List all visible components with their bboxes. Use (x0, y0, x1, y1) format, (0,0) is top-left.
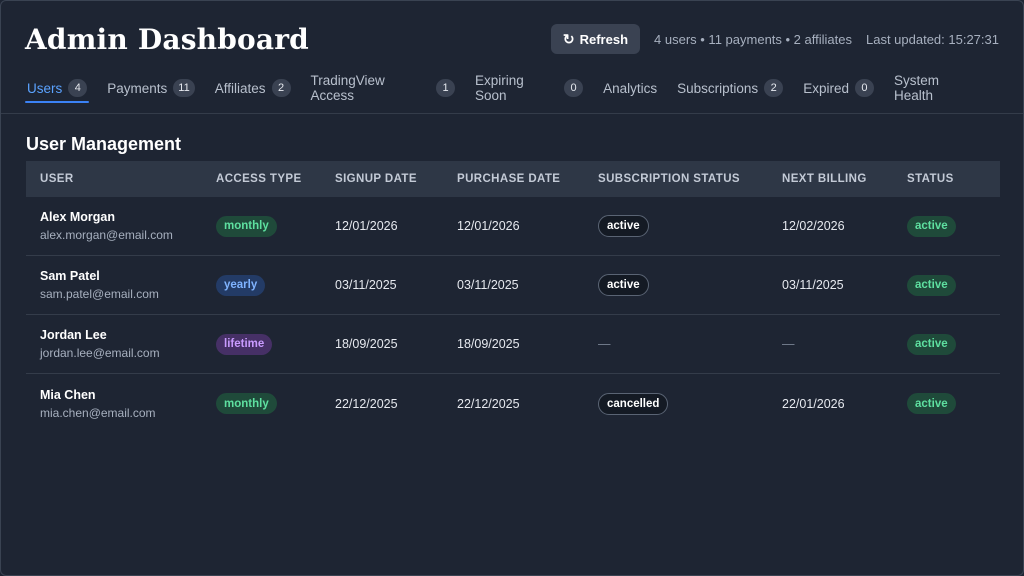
status-badge: active (907, 333, 956, 355)
tab-analytics[interactable]: Analytics (601, 73, 659, 103)
tab-payments[interactable]: Payments 11 (105, 73, 196, 103)
table-row[interactable]: Jordan Lee jordan.lee@email.com lifetime… (26, 315, 1000, 374)
tab-expiring-soon[interactable]: Expiring Soon 0 (473, 73, 585, 103)
summary-counts: 4 users • 11 payments • 2 affiliates (654, 31, 852, 47)
table-row[interactable]: Alex Morgan alex.morgan@email.com monthl… (26, 197, 1000, 256)
access-type-cell: monthly (216, 215, 335, 237)
purchase-date: 18/09/2025 (457, 337, 520, 351)
column-header-signup-date[interactable]: SIGNUP DATE (335, 173, 457, 185)
status-badge: active (907, 393, 956, 414)
access-type-badge: monthly (216, 215, 277, 237)
status-badge: active (907, 215, 956, 237)
user-email: alex.morgan@email.com (40, 228, 173, 242)
tab-count-badge: 1 (436, 79, 456, 97)
last-updated: Last updated: 15:27:31 (865, 31, 999, 47)
subscription-status-cell: cancelled (598, 392, 782, 415)
tab-users[interactable]: Users 4 (25, 73, 90, 103)
tab-expired[interactable]: Expired 0 (801, 73, 876, 103)
access-type-badge: lifetime (216, 333, 273, 355)
signup-date: 12/01/2026 (335, 219, 398, 233)
column-header-purchase-date[interactable]: PURCHASE DATE (457, 173, 598, 185)
column-header-status[interactable]: STATUS (907, 173, 1000, 185)
refresh-icon: ↻ (562, 31, 575, 47)
tab-label: Expired (803, 80, 849, 96)
subscription-status-empty: — (598, 337, 611, 351)
column-header-user[interactable]: USER (26, 173, 216, 185)
access-type-cell: yearly (216, 274, 335, 296)
next-billing-date: 12/02/2026 (782, 219, 845, 233)
table-row[interactable]: Sam Patel sam.patel@email.com yearly 03/… (26, 256, 1000, 315)
purchase-date: 03/11/2025 (457, 278, 519, 292)
access-type-cell: monthly (216, 393, 335, 414)
next-billing-date: 03/11/2025 (782, 278, 844, 292)
tab-label: Affiliates (214, 80, 266, 96)
next-billing-empty: — (782, 337, 795, 351)
user-name: Jordan Lee (40, 328, 107, 342)
purchase-date: 12/01/2026 (457, 219, 520, 233)
next-billing-date: 22/01/2026 (782, 396, 845, 411)
table-row[interactable]: Mia Chen mia.chen@email.com monthly 22/1… (26, 374, 1000, 433)
subscription-status-cell: active (598, 215, 782, 237)
header-divider (1, 113, 1023, 114)
user-cell: Alex Morgan alex.morgan@email.com (26, 210, 216, 242)
tab-label: TradingView Access (310, 73, 385, 103)
tab-count-badge: 4 (68, 79, 88, 97)
status-cell: active (907, 215, 1000, 237)
page-title: Admin Dashboard (25, 22, 309, 56)
tab-count-badge: 2 (764, 79, 784, 97)
subscription-status-badge: active (598, 215, 649, 237)
users-table: USER ACCESS TYPE SIGNUP DATE PURCHASE DA… (26, 161, 1000, 433)
access-type-badge: monthly (216, 393, 277, 414)
access-type-badge: yearly (216, 274, 266, 296)
tab-affiliates[interactable]: Affiliates 2 (213, 73, 293, 103)
column-header-access-type[interactable]: ACCESS TYPE (216, 173, 335, 185)
purchase-date: 22/12/2025 (457, 396, 520, 411)
section-title: User Management (26, 134, 182, 154)
subscription-status-cell: active (598, 274, 782, 296)
signup-date: 22/12/2025 (335, 396, 398, 411)
signup-date: 03/11/2025 (335, 278, 397, 292)
tab-count-badge: 0 (854, 79, 874, 97)
tab-count-badge: 2 (271, 79, 291, 97)
tab-label: Expiring Soon (475, 73, 524, 103)
table-header: USER ACCESS TYPE SIGNUP DATE PURCHASE DA… (26, 161, 1000, 197)
dashboard-frame: Admin Dashboard ↻ Refresh 4 users • 11 p… (0, 0, 1024, 576)
header: Admin Dashboard ↻ Refresh 4 users • 11 p… (25, 19, 999, 59)
status-cell: active (907, 333, 1000, 355)
tab-label: Analytics (603, 80, 658, 96)
subscription-status-badge: active (598, 274, 649, 296)
user-cell: Jordan Lee jordan.lee@email.com (26, 328, 216, 360)
header-actions: ↻ Refresh 4 users • 11 payments • 2 affi… (550, 24, 999, 54)
tab-label: Subscriptions (677, 80, 759, 96)
tab-count-badge: 11 (173, 79, 195, 97)
tab-label: System Health (893, 73, 939, 103)
tab-count-badge: 0 (564, 79, 584, 97)
column-header-subscription-status[interactable]: SUBSCRIPTION STATUS (598, 173, 782, 185)
refresh-label: Refresh (579, 31, 629, 47)
subscription-status-badge: cancelled (598, 392, 669, 415)
column-header-next-billing[interactable]: NEXT BILLING (782, 173, 907, 185)
access-type-cell: lifetime (216, 333, 335, 355)
tab-label: Users (27, 80, 63, 96)
user-email: mia.chen@email.com (40, 405, 156, 420)
tab-system-health[interactable]: System Health (892, 73, 983, 103)
user-cell: Sam Patel sam.patel@email.com (26, 269, 216, 301)
refresh-button[interactable]: ↻ Refresh (550, 24, 641, 54)
user-cell: Mia Chen mia.chen@email.com (26, 388, 216, 420)
user-name: Mia Chen (40, 387, 96, 402)
user-name: Alex Morgan (40, 210, 116, 224)
tab-label: Payments (107, 80, 168, 96)
signup-date: 18/09/2025 (335, 337, 398, 351)
user-name: Sam Patel (40, 269, 100, 283)
status-cell: active (907, 393, 1000, 414)
status-cell: active (907, 274, 1000, 296)
user-email: sam.patel@email.com (40, 287, 159, 301)
tab-tradingview-access[interactable]: TradingView Access 1 (309, 73, 458, 103)
user-email: jordan.lee@email.com (40, 346, 160, 360)
tab-bar: Users 4 Payments 11 Affiliates 2 Trading… (25, 73, 999, 103)
status-badge: active (907, 274, 956, 296)
tab-subscriptions[interactable]: Subscriptions 2 (675, 73, 785, 103)
